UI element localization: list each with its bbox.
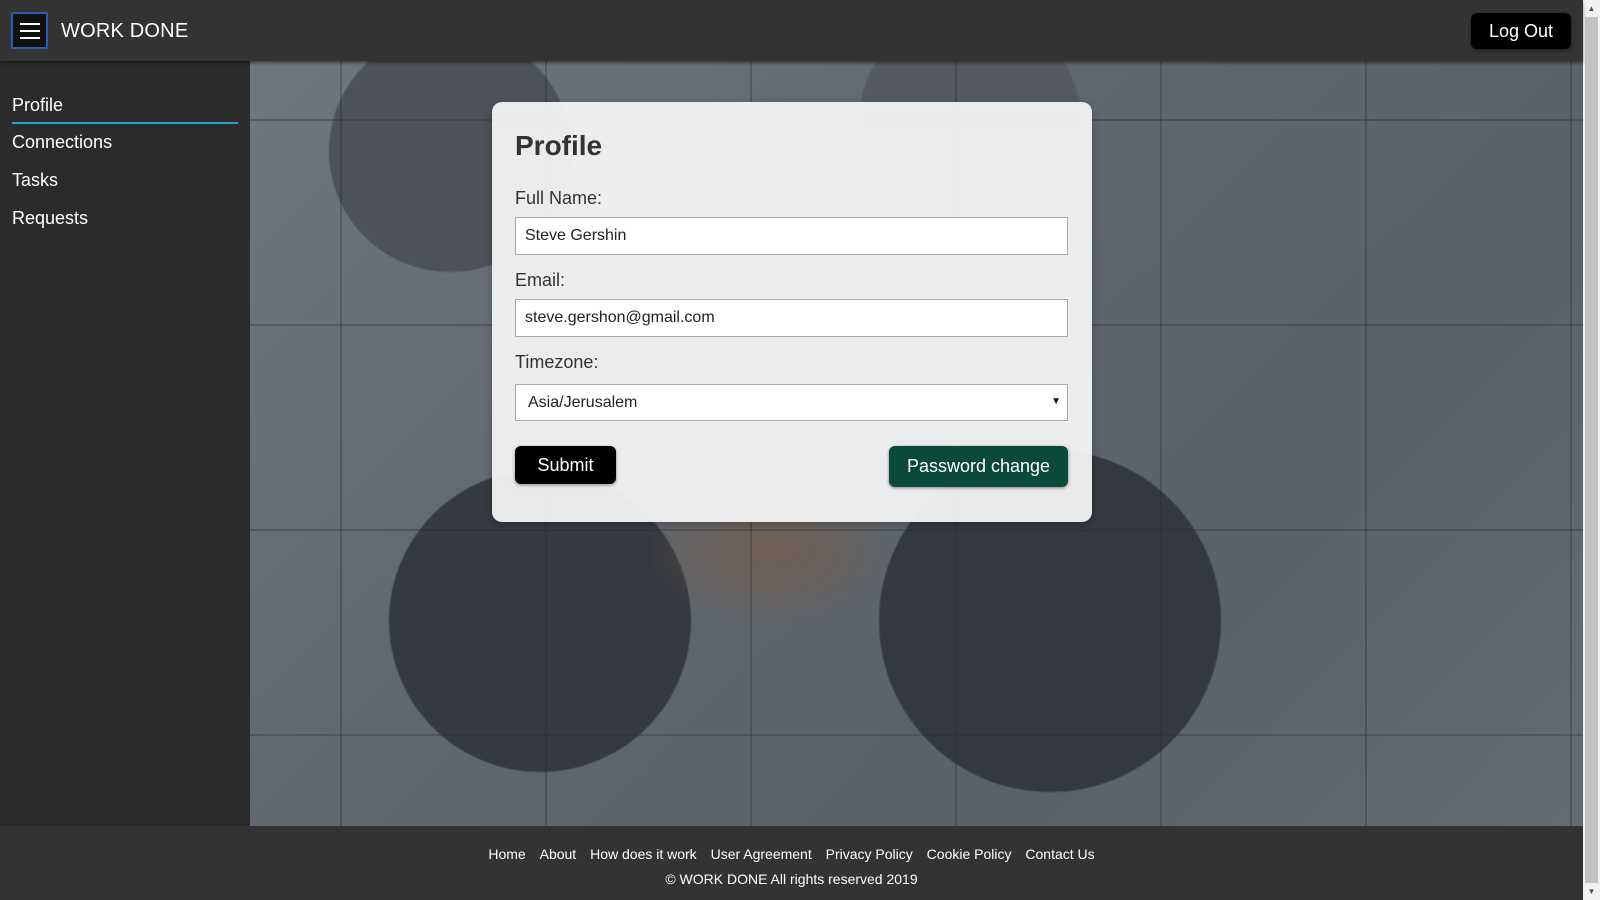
profile-card: Profile Full Name: Email: Timezone: Asia… bbox=[492, 102, 1092, 522]
footer-links: Home About How does it work User Agreeme… bbox=[0, 846, 1583, 862]
full-name-label: Full Name: bbox=[515, 188, 603, 208]
email-label: Email: bbox=[515, 270, 566, 290]
sidebar-item-connections[interactable]: Connections bbox=[12, 132, 238, 153]
menu-line bbox=[19, 29, 40, 32]
footer-link-cookie-policy[interactable]: Cookie Policy bbox=[927, 846, 1012, 862]
footer-link-about[interactable]: About bbox=[540, 846, 577, 862]
timezone-value: Asia/Jerusalem bbox=[528, 394, 638, 411]
footer-link-privacy-policy[interactable]: Privacy Policy bbox=[826, 846, 913, 862]
menu-line bbox=[19, 36, 40, 39]
sidebar-item-requests[interactable]: Requests bbox=[12, 208, 238, 229]
sidebar-item-tasks[interactable]: Tasks bbox=[12, 170, 238, 191]
scroll-up-arrow-icon[interactable]: ▲ bbox=[1583, 0, 1600, 17]
password-change-button[interactable]: Password change bbox=[889, 446, 1068, 487]
footer-link-contact-us[interactable]: Contact Us bbox=[1025, 846, 1094, 862]
footer-link-home[interactable]: Home bbox=[488, 846, 525, 862]
logout-button[interactable]: Log Out bbox=[1471, 13, 1571, 49]
hamburger-menu-icon[interactable] bbox=[11, 12, 48, 49]
full-name-input[interactable] bbox=[515, 217, 1068, 255]
main-content: Profile Full Name: Email: Timezone: Asia… bbox=[250, 61, 1583, 826]
footer: Home About How does it work User Agreeme… bbox=[0, 826, 1583, 900]
scroll-down-arrow-icon[interactable]: ▼ bbox=[1583, 883, 1600, 900]
dropdown-arrow-icon: ▼ bbox=[1051, 396, 1061, 407]
scrollbar-thumb[interactable] bbox=[1585, 17, 1598, 883]
sidebar-item-profile[interactable]: Profile bbox=[12, 95, 238, 124]
top-header: WORK DONE Log Out bbox=[0, 0, 1583, 61]
sidebar: Profile Connections Tasks Requests bbox=[0, 61, 250, 826]
menu-line bbox=[19, 22, 40, 25]
submit-button[interactable]: Submit bbox=[515, 446, 616, 484]
email-input[interactable] bbox=[515, 299, 1068, 337]
timezone-label: Timezone: bbox=[515, 352, 599, 372]
footer-link-how-it-works[interactable]: How does it work bbox=[590, 846, 697, 862]
app-title: WORK DONE bbox=[61, 20, 189, 42]
page-title: Profile bbox=[515, 130, 603, 161]
timezone-select[interactable]: Asia/Jerusalem ▼ bbox=[515, 384, 1068, 421]
copyright-text: © WORK DONE All rights reserved 2019 bbox=[665, 871, 918, 887]
vertical-scrollbar[interactable]: ▲ ▼ bbox=[1583, 0, 1600, 900]
footer-link-user-agreement[interactable]: User Agreement bbox=[711, 846, 812, 862]
